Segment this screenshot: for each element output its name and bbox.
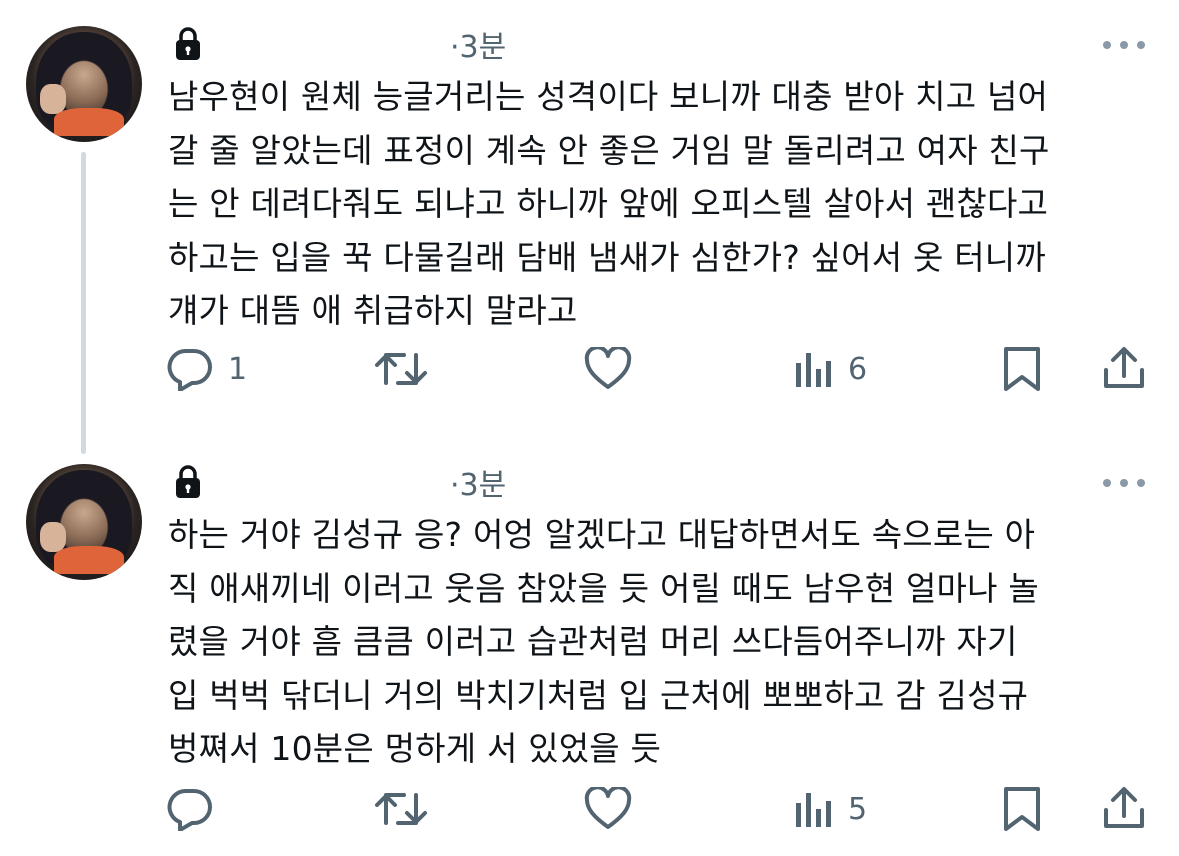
reply-icon	[167, 788, 212, 831]
lock-icon	[176, 465, 200, 498]
avatar-scarf	[54, 108, 124, 136]
avatar-hand	[40, 84, 66, 114]
avatar-hand	[40, 522, 66, 552]
share-button[interactable]	[1102, 786, 1146, 832]
share-icon	[1104, 347, 1144, 388]
more-icon[interactable]	[1103, 38, 1145, 52]
post-1[interactable]: ·3분 남우현이 원체 능글거리는 성격이다 보니까 대충 받아 치고 넘어 갈…	[0, 0, 1179, 454]
views-icon	[796, 353, 831, 387]
like-icon	[584, 787, 632, 829]
views-button[interactable]: 6	[794, 346, 867, 392]
avatar[interactable]	[26, 464, 142, 580]
thread-line	[81, 152, 86, 454]
bookmark-button[interactable]	[1002, 786, 1042, 832]
post-2[interactable]: ·3분 하는 거야 김성규 응? 어엉 알겠다고 대답하면서도 속으로는 아 직…	[0, 440, 1179, 856]
reply-count: 1	[228, 351, 248, 387]
timestamp[interactable]: ·3분	[450, 22, 506, 66]
bookmark-button[interactable]	[1002, 346, 1042, 392]
views-count: 6	[848, 351, 868, 387]
share-icon	[1104, 787, 1144, 828]
avatar[interactable]	[26, 26, 142, 142]
hidden-handle	[204, 472, 434, 492]
post-header: ·3분	[172, 22, 506, 66]
views-button[interactable]: 5	[794, 786, 867, 832]
post-text: 남우현이 원체 능글거리는 성격이다 보니까 대충 받아 치고 넘어 갈 줄 알…	[168, 77, 1050, 330]
bookmark-icon	[1004, 787, 1040, 831]
repost-button[interactable]	[374, 346, 442, 392]
reply-button[interactable]	[166, 786, 228, 832]
repost-icon	[375, 793, 427, 825]
views-icon	[796, 793, 831, 827]
timestamp[interactable]: ·3분	[450, 460, 506, 504]
bookmark-icon	[1004, 347, 1040, 391]
like-icon	[584, 347, 632, 389]
post-text: 하는 거야 김성규 응? 어엉 알겠다고 대답하면서도 속으로는 아 직 애새끼…	[168, 515, 1039, 768]
post-header: ·3분	[172, 460, 506, 504]
more-icon[interactable]	[1103, 476, 1145, 490]
avatar-scarf	[54, 546, 124, 574]
like-button[interactable]	[584, 786, 646, 832]
like-button[interactable]	[584, 346, 646, 392]
reply-button[interactable]: 1	[166, 346, 247, 392]
hidden-handle	[204, 34, 434, 54]
reply-icon	[167, 348, 212, 391]
repost-icon	[375, 353, 427, 385]
repost-button[interactable]	[374, 786, 442, 832]
views-count: 5	[848, 791, 868, 827]
share-button[interactable]	[1102, 346, 1146, 392]
lock-icon	[176, 27, 200, 60]
